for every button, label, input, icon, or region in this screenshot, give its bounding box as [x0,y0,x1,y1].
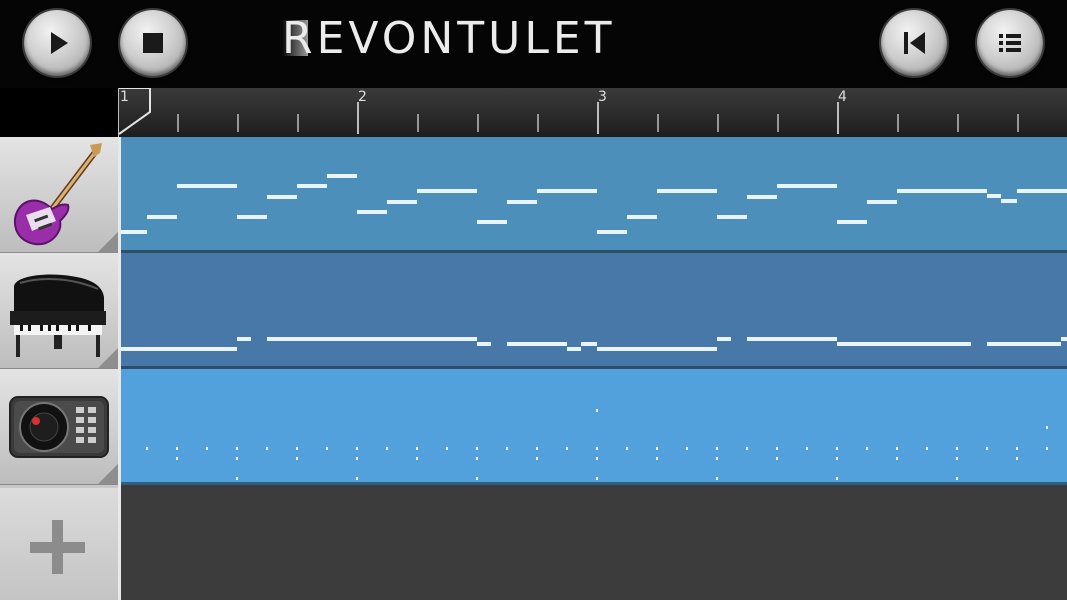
track-header-drums[interactable] [0,369,118,485]
transport-bar: REVONTULET [0,0,1067,88]
play-button[interactable] [24,10,90,76]
drum-hit [656,457,658,460]
drum-hit [476,447,478,450]
drum-hit [146,447,148,450]
track-header-piano[interactable] [0,253,118,369]
drum-hit [386,447,388,450]
drum-hit [596,447,598,450]
drum-hit [1016,447,1018,450]
drum-hit [446,447,448,450]
drum-hit [836,447,838,450]
drum-hit [926,447,928,450]
drum-hit [476,477,478,480]
track-header-guitar[interactable] [0,137,118,253]
drum-hit [956,447,958,450]
track-lanes [121,137,1067,600]
drum-hit [836,457,838,460]
drum-hit [776,457,778,460]
stop-icon [143,33,163,53]
drum-hit [716,447,718,450]
track-lane-drums[interactable] [121,369,1067,485]
drum-hit [746,447,748,450]
stop-button[interactable] [120,10,186,76]
ruler-corner [0,88,118,137]
list-menu-icon [999,34,1021,52]
drum-hit [176,447,178,450]
track-sidebar [0,137,118,600]
track-lane-piano[interactable] [121,253,1067,369]
bar-number-3: 3 [598,89,607,105]
piano-notes [121,337,1067,351]
drum-hit [1046,426,1048,429]
drum-notes[interactable] [121,369,1067,482]
drum-hit [656,447,658,450]
drum-hit [896,457,898,460]
bar-number-1: 1 [120,89,129,105]
drum-hit [1016,457,1018,460]
drum-hit [896,447,898,450]
empty-track-area[interactable] [121,488,1067,600]
track-options-corner[interactable] [98,348,118,368]
drum-hit [596,477,598,480]
add-track-button[interactable] [0,488,118,600]
drum-hit [716,457,718,460]
drum-hit [806,447,808,450]
drum-hit [326,447,328,450]
drum-hit [236,457,238,460]
drum-hit [176,457,178,460]
drum-hit [536,447,538,450]
drum-hit [716,477,718,480]
timeline-ruler[interactable]: 1 2 3 4 [118,88,1067,138]
drum-hit [956,457,958,460]
drum-hit [866,447,868,450]
bar-number-2: 2 [358,89,367,105]
drum-hit [476,457,478,460]
drum-hit [536,457,538,460]
track-lane-guitar[interactable] [121,137,1067,253]
drum-hit [356,447,358,450]
drum-hit [596,457,598,460]
plus-icon [30,520,85,574]
menu-button[interactable] [977,10,1043,76]
bar-number-4: 4 [838,89,847,105]
drum-hit [956,477,958,480]
drum-hit [206,447,208,450]
drum-hit [506,447,508,450]
rewind-button[interactable] [881,10,947,76]
drum-hit [296,457,298,460]
play-icon [51,32,68,54]
drum-hit [686,447,688,450]
ruler-ticks [118,88,1019,137]
drum-hit [416,457,418,460]
drum-hit [266,447,268,450]
drum-hit [356,477,358,480]
track-options-corner[interactable] [98,232,118,252]
drum-hit [596,409,598,412]
guitar-notes [121,174,1067,234]
drum-hit [296,447,298,450]
drum-hit [986,447,988,450]
drum-hit [836,477,838,480]
drum-hit [566,447,568,450]
drum-hit [776,447,778,450]
drum-hit [356,457,358,460]
drum-hit [236,447,238,450]
drum-hit [236,477,238,480]
drum-hit [626,447,628,450]
skip-to-start-icon [904,32,925,54]
app-title: REVONTULET [282,13,616,64]
drum-hit [1046,447,1048,450]
track-options-corner[interactable] [98,464,118,484]
drum-hit [416,447,418,450]
